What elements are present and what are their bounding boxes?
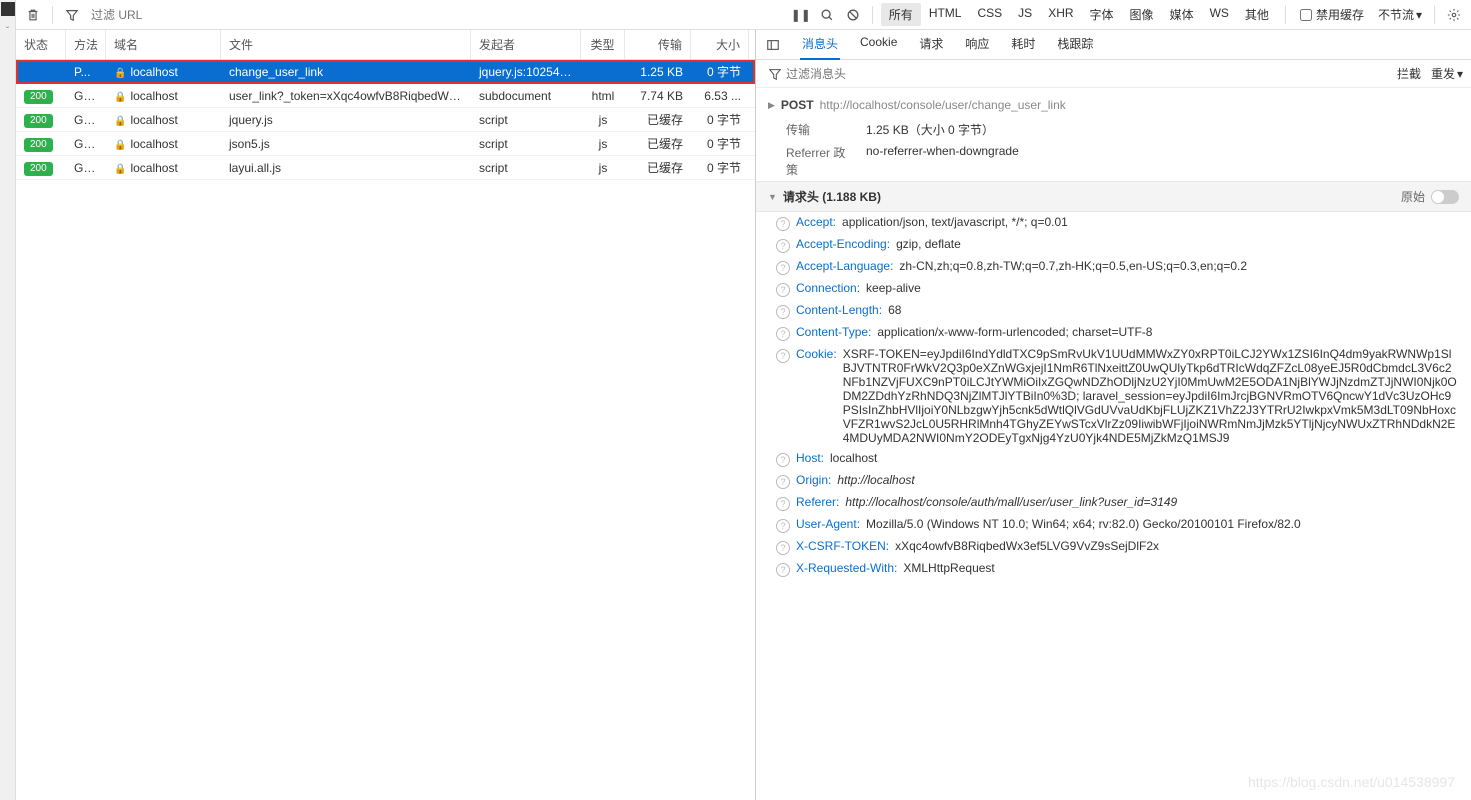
collapse-chevron[interactable]: ˇ xyxy=(6,26,9,37)
header-row: ?Accept-Encoding:gzip, deflate xyxy=(756,234,1471,256)
lock-icon: 🔒 xyxy=(114,164,126,175)
meta-row: Referrer 政策no-referrer-when-downgrade xyxy=(756,141,1471,181)
lock-icon: 🔒 xyxy=(114,116,126,127)
throttle-dropdown[interactable]: 不节流▾ xyxy=(1374,3,1426,26)
filter-icon[interactable] xyxy=(764,63,786,85)
table-row[interactable]: 200GET🔒localhostlayui.all.jsscriptjs已缓存0… xyxy=(16,156,755,180)
twisty-icon[interactable]: ▶ xyxy=(768,100,775,111)
header-row: ?X-Requested-With:XMLHttpRequest xyxy=(756,558,1471,580)
help-icon[interactable]: ? xyxy=(776,497,790,511)
header-row: ?Content-Type:application/x-www-form-url… xyxy=(756,322,1471,344)
header-row: ?Origin:http://localhost xyxy=(756,470,1471,492)
filter-icon[interactable] xyxy=(61,4,83,26)
filter-媒体[interactable]: 媒体 xyxy=(1162,3,1202,26)
url-filter-input[interactable] xyxy=(87,6,267,24)
table-row[interactable]: 200GET🔒localhostuser_link?_token=xXqc4ow… xyxy=(16,84,755,108)
help-icon[interactable]: ? xyxy=(776,305,790,319)
help-icon[interactable]: ? xyxy=(776,327,790,341)
gear-icon[interactable] xyxy=(1443,4,1465,26)
table-row[interactable]: 200GET🔒localhostjquery.jsscriptjs已缓存0 字节 xyxy=(16,108,755,132)
help-icon[interactable]: ? xyxy=(776,475,790,489)
trash-icon[interactable] xyxy=(22,4,44,26)
table-row[interactable]: P...🔒localhostchange_user_linkjquery.js:… xyxy=(16,60,755,84)
help-icon[interactable]: ? xyxy=(776,217,790,231)
tab-5[interactable]: 栈跟踪 xyxy=(1055,29,1095,60)
tab-3[interactable]: 响应 xyxy=(963,29,991,60)
help-icon[interactable]: ? xyxy=(776,261,790,275)
help-icon[interactable]: ? xyxy=(776,283,790,297)
request-url: http://localhost/console/user/change_use… xyxy=(820,98,1066,112)
resend-button[interactable]: 重发 ▾ xyxy=(1431,65,1463,82)
header-row: ?User-Agent:Mozilla/5.0 (Windows NT 10.0… xyxy=(756,514,1471,536)
pause-icon[interactable]: ❚❚ xyxy=(790,4,812,26)
tab-0[interactable]: 消息头 xyxy=(800,29,840,60)
watermark: https://blog.csdn.net/u014538997 xyxy=(1248,774,1455,790)
block-button[interactable]: 拦截 xyxy=(1397,65,1421,82)
table-header: 状态 方法 域名 文件 发起者 类型 传输 大小 xyxy=(16,30,755,60)
block-icon[interactable] xyxy=(842,4,864,26)
filter-字体[interactable]: 字体 xyxy=(1082,3,1122,26)
header-row: ?Host:localhost xyxy=(756,448,1471,470)
help-icon[interactable]: ? xyxy=(776,519,790,533)
help-icon[interactable]: ? xyxy=(776,453,790,467)
header-filter-input[interactable] xyxy=(786,67,1397,81)
header-row: ?Content-Length:68 xyxy=(756,300,1471,322)
detail-tabs: 消息头 Cookie 请求响应耗时栈跟踪 xyxy=(756,30,1471,60)
tab-4[interactable]: 耗时 xyxy=(1009,29,1037,60)
col-initiator[interactable]: 发起者 xyxy=(471,30,581,59)
filter-其他[interactable]: 其他 xyxy=(1237,3,1277,26)
twisty-icon[interactable]: ▼ xyxy=(768,192,777,202)
filter-图像[interactable]: 图像 xyxy=(1122,3,1162,26)
col-transfer[interactable]: 传输 xyxy=(625,30,691,59)
meta-row: 传输1.25 KB（大小 0 字节） xyxy=(756,118,1471,141)
help-icon[interactable]: ? xyxy=(776,563,790,577)
filter-js[interactable]: JS xyxy=(1010,3,1040,26)
tab-1[interactable]: Cookie xyxy=(858,29,899,60)
search-icon[interactable] xyxy=(816,4,838,26)
disable-cache-checkbox[interactable]: 禁用缓存 xyxy=(1294,6,1370,23)
help-icon[interactable]: ? xyxy=(776,239,790,253)
col-size[interactable]: 大小 xyxy=(691,30,749,59)
header-row: ?Accept:application/json, text/javascrip… xyxy=(756,212,1471,234)
request-method: POST xyxy=(781,98,814,112)
header-row: ?Connection:keep-alive xyxy=(756,278,1471,300)
filter-html[interactable]: HTML xyxy=(921,3,970,26)
filter-css[interactable]: CSS xyxy=(969,3,1010,26)
help-icon[interactable]: ? xyxy=(776,349,790,363)
col-file[interactable]: 文件 xyxy=(221,30,471,59)
raw-toggle[interactable]: 原始 xyxy=(1401,188,1459,205)
filter-所有[interactable]: 所有 xyxy=(881,3,921,26)
header-row: ?Referer:http://localhost/console/auth/m… xyxy=(756,492,1471,514)
toolbar: ❚❚ 所有HTMLCSSJSXHR字体图像媒体WS其他 禁用缓存 不节流▾ xyxy=(16,0,1471,30)
filter-xhr[interactable]: XHR xyxy=(1040,3,1081,26)
lock-icon: 🔒 xyxy=(114,140,126,151)
tab-2[interactable]: 请求 xyxy=(917,29,945,60)
toggle-pane-icon[interactable] xyxy=(764,36,782,54)
filter-ws[interactable]: WS xyxy=(1202,3,1237,26)
table-row[interactable]: 200GET🔒localhostjson5.jsscriptjs已缓存0 字节 xyxy=(16,132,755,156)
request-list-panel: 状态 方法 域名 文件 发起者 类型 传输 大小 P...🔒localhostc… xyxy=(16,30,756,800)
help-icon[interactable]: ? xyxy=(776,541,790,555)
panel-indicator xyxy=(1,2,15,16)
request-summary[interactable]: ▶ POST http://localhost/console/user/cha… xyxy=(756,92,1471,118)
side-strip: ˇ xyxy=(0,0,16,800)
switch-icon[interactable] xyxy=(1431,190,1459,204)
lock-icon: 🔒 xyxy=(114,68,126,79)
col-domain[interactable]: 域名 xyxy=(106,30,221,59)
header-row: ?X-CSRF-TOKEN:xXqc4owfvB8RiqbedWx3ef5LVG… xyxy=(756,536,1471,558)
lock-icon: 🔒 xyxy=(114,92,126,103)
details-panel: 消息头 Cookie 请求响应耗时栈跟踪 拦截 重发 ▾ ▶ POST xyxy=(756,30,1471,800)
header-row: ?Cookie:XSRF-TOKEN=eyJpdiI6IndYdldTXC9pS… xyxy=(756,344,1471,448)
col-status[interactable]: 状态 xyxy=(16,30,66,59)
col-method[interactable]: 方法 xyxy=(66,30,106,59)
request-headers-section[interactable]: ▼ 请求头 (1.188 KB) 原始 xyxy=(756,181,1471,212)
col-type[interactable]: 类型 xyxy=(581,30,625,59)
header-row: ?Accept-Language:zh-CN,zh;q=0.8,zh-TW;q=… xyxy=(756,256,1471,278)
